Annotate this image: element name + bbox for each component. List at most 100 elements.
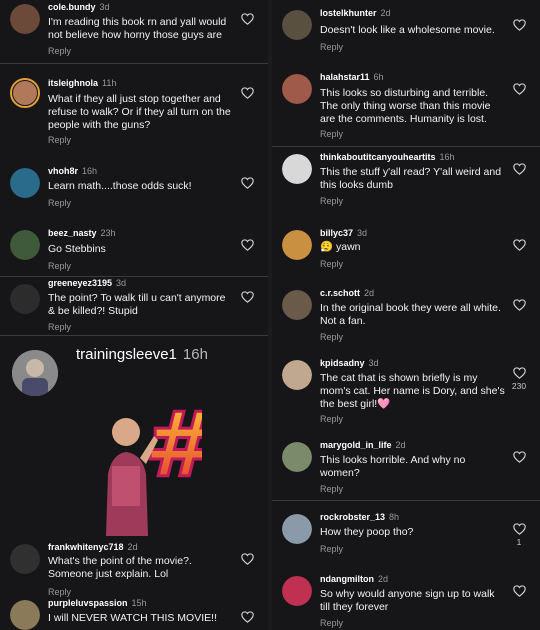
reply-button[interactable]: Reply — [320, 484, 343, 494]
comment-text: In the original book they were all white… — [320, 302, 501, 327]
comment-username[interactable]: billyc37 — [320, 228, 353, 238]
commenter-avatar[interactable] — [282, 576, 312, 606]
reply-button[interactable]: Reply — [320, 259, 343, 269]
comment-username[interactable]: purpleluvspassion — [48, 598, 128, 608]
comment-username[interactable]: lostelkhunter — [320, 8, 377, 18]
reply-button[interactable]: Reply — [320, 618, 343, 628]
like-count: 1 — [516, 537, 522, 547]
reply-button[interactable]: Reply — [48, 322, 71, 332]
comment-username[interactable]: kpidsadny — [320, 358, 365, 368]
reply-button[interactable]: Reply — [48, 261, 71, 271]
comment-username[interactable]: vhoh8r — [48, 166, 78, 176]
reply-button[interactable]: Reply — [48, 587, 71, 597]
commenter-avatar[interactable] — [10, 284, 40, 314]
comment-text: So why would anyone sign up to walk till… — [320, 588, 495, 613]
heart-icon[interactable] — [241, 552, 254, 565]
commenter-avatar[interactable] — [10, 544, 40, 574]
section-divider — [0, 335, 268, 336]
heart-icon[interactable] — [513, 450, 526, 463]
heart-icon[interactable] — [513, 366, 526, 379]
number-one-character-sticker: #1 — [106, 392, 202, 536]
reply-button[interactable]: Reply — [320, 332, 343, 342]
heart-icon[interactable] — [241, 290, 254, 303]
reply-button[interactable]: Reply — [320, 129, 343, 139]
comment-username[interactable]: ndangmilton — [320, 574, 374, 584]
heart-icon[interactable] — [513, 18, 526, 31]
reply-button[interactable]: Reply — [320, 414, 343, 424]
comment-meta: vhoh8r 16h — [48, 166, 97, 176]
comment-text: 😮‍💨 yawn — [320, 241, 361, 253]
commenter-avatar[interactable] — [282, 10, 312, 40]
commenter-avatar[interactable] — [10, 230, 40, 260]
comment-meta: halahstar11 6h — [320, 72, 384, 82]
section-divider — [272, 146, 540, 147]
commenter-avatar[interactable] — [282, 74, 312, 104]
comment-meta: billyc37 3d — [320, 228, 367, 238]
post-time: 16h — [182, 346, 208, 363]
comment-text: I'm reading this book rn and yall would … — [48, 16, 227, 41]
section-divider — [272, 500, 540, 501]
commenter-avatar[interactable] — [282, 154, 312, 184]
post-header: trainingsleeve1 16h #1 — [0, 336, 268, 536]
comment-username[interactable]: rockrobster_13 — [320, 512, 385, 522]
comment-time: 3d — [116, 278, 127, 288]
reply-button[interactable]: Reply — [320, 196, 343, 206]
heart-icon[interactable] — [513, 584, 526, 597]
comment-username[interactable]: itsleighnola — [48, 78, 98, 88]
comment-time: 2d — [378, 574, 389, 584]
heart-icon[interactable] — [513, 298, 526, 311]
right-comments-panel: lostelkhunter 2d Doesn't look like a whole… — [272, 0, 540, 630]
comment-time: 2d — [364, 288, 375, 298]
comment-text: What if they all just stop together and … — [48, 93, 231, 131]
comment-meta: beez_nasty 23h — [48, 228, 116, 238]
commenter-avatar[interactable] — [282, 290, 312, 320]
comment-text: I will NEVER WATCH THIS MOVIE!! — [48, 612, 217, 624]
comment-text: This looks so disturbing and terrible. T… — [320, 87, 491, 125]
comment-username[interactable]: c.r.schott — [320, 288, 360, 298]
comment-meta: frankwhitenyc718 2d — [48, 542, 138, 552]
heart-icon[interactable] — [241, 12, 254, 25]
commenter-avatar[interactable] — [10, 168, 40, 198]
comment-time: 11h — [102, 78, 117, 88]
post-author-avatar[interactable] — [12, 350, 58, 396]
comment-time: 16h — [82, 166, 98, 176]
reply-button[interactable]: Reply — [48, 198, 71, 208]
comment-time: 6h — [373, 72, 384, 82]
commenter-avatar[interactable] — [10, 600, 40, 630]
comment-username[interactable]: halahstar11 — [320, 72, 370, 82]
comment-username[interactable]: marygold_in_life — [320, 440, 392, 450]
heart-icon[interactable] — [241, 238, 254, 251]
comment-time: 15h — [131, 598, 147, 608]
comment-username[interactable]: thinkaboutitcanyouheartits — [320, 152, 436, 162]
comment-text: This the stuff y'all read? Y'all weird a… — [320, 166, 502, 191]
commenter-avatar[interactable] — [10, 4, 40, 34]
comment-meta: lostelkhunter 2d — [320, 8, 391, 18]
reply-button[interactable]: Reply — [320, 544, 343, 554]
comment-username[interactable]: greeneyez3195 — [48, 278, 112, 288]
reply-button[interactable]: Reply — [48, 135, 71, 145]
commenter-avatar[interactable] — [282, 230, 312, 260]
heart-icon[interactable] — [241, 86, 254, 99]
section-divider — [0, 276, 268, 277]
comment-time: 23h — [100, 228, 116, 238]
heart-icon[interactable] — [513, 162, 526, 175]
commenter-avatar[interactable] — [10, 78, 40, 108]
heart-icon[interactable] — [241, 176, 254, 189]
comment-username[interactable]: cole.bundy — [48, 2, 96, 12]
reply-button[interactable]: Reply — [320, 42, 343, 52]
commenter-avatar[interactable] — [282, 442, 312, 472]
post-author-username[interactable]: trainingsleeve1 — [76, 346, 177, 363]
commenter-avatar[interactable] — [282, 514, 312, 544]
comment-text: This looks horrible. And why no women? — [320, 454, 466, 479]
reply-button[interactable]: Reply — [48, 46, 71, 56]
heart-icon[interactable] — [241, 610, 254, 623]
comment-meta: ndangmilton 2d — [320, 574, 388, 584]
like-count: 230 — [511, 381, 527, 391]
heart-icon[interactable] — [513, 238, 526, 251]
comment-username[interactable]: frankwhitenyc718 — [48, 542, 124, 552]
heart-icon[interactable] — [513, 82, 526, 95]
heart-icon[interactable] — [513, 522, 526, 535]
commenter-avatar[interactable] — [282, 360, 312, 390]
comment-text: Doesn't look like a wholesome movie. — [320, 24, 495, 36]
comment-username[interactable]: beez_nasty — [48, 228, 97, 238]
